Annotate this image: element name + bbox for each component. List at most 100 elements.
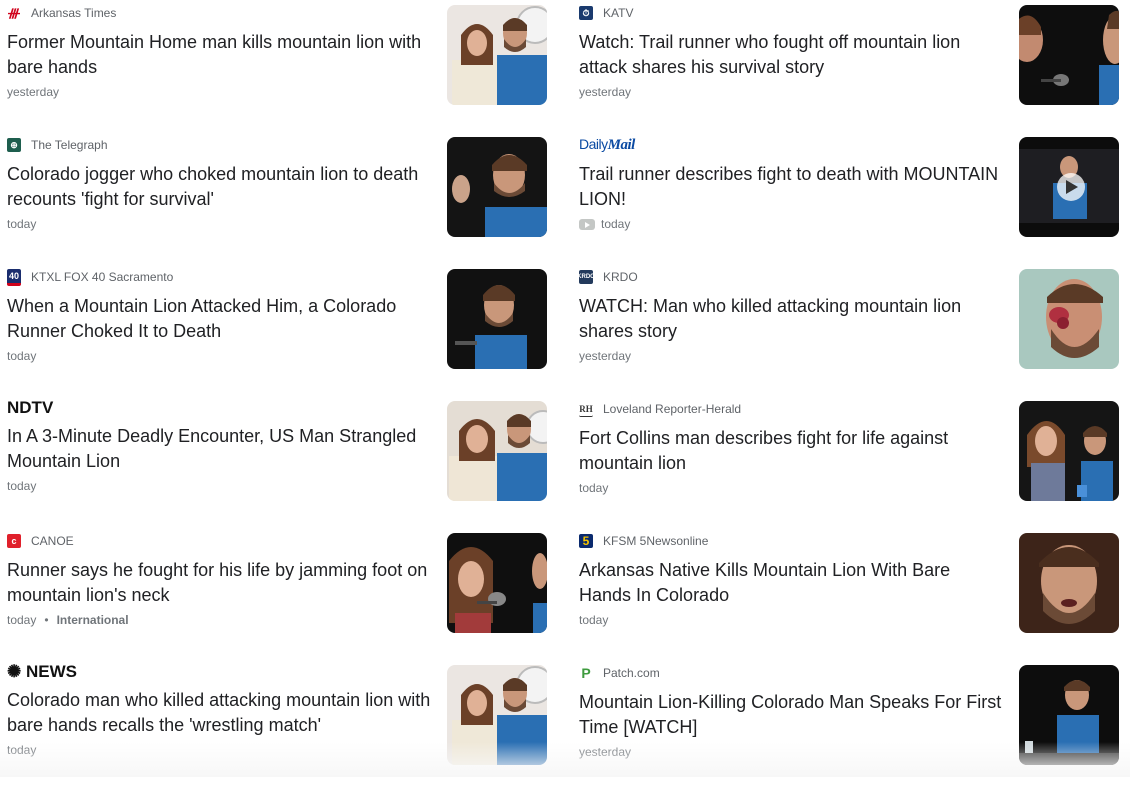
article-card[interactable]: DailyMail Trail runner describes fight t…	[579, 136, 1130, 257]
article-text: KRDO KRDO WATCH: Man who killed attackin…	[577, 269, 1004, 363]
article-headline[interactable]: When a Mountain Lion Attacked Him, a Col…	[7, 294, 432, 344]
article-meta: yesterday	[7, 85, 432, 99]
article-headline[interactable]: Runner says he fought for his life by ja…	[7, 558, 432, 608]
article-time: today	[579, 481, 609, 495]
nbc-news-logo-icon: ✺ NEWS	[7, 662, 77, 681]
article-time: today	[579, 613, 609, 627]
source-name: CANOE	[31, 534, 74, 548]
article-headline[interactable]: In A 3-Minute Deadly Encounter, US Man S…	[7, 424, 432, 474]
article-source: KRDO KRDO	[577, 269, 1004, 285]
article-card[interactable]: KRDO KRDO WATCH: Man who killed attackin…	[577, 269, 1130, 389]
man-speaking-thumbnail[interactable]	[447, 269, 547, 369]
video-icon	[579, 218, 595, 230]
kfsm-logo-icon: 5	[579, 534, 593, 548]
article-text: RH Loveland Reporter-Herald Fort Collins…	[579, 401, 1004, 495]
bottom-fade	[0, 742, 1130, 777]
source-name: KRDO	[603, 270, 638, 284]
article-text: ⏱ KATV Watch: Trail runner who fought of…	[579, 5, 1004, 99]
article-text: 5 KFSM 5Newsonline Arkansas Native Kills…	[579, 533, 1004, 627]
article-headline[interactable]: Colorado man who killed attacking mounta…	[7, 688, 432, 738]
article-time: yesterday	[579, 349, 632, 363]
source-name: The Telegraph	[31, 138, 108, 152]
article-meta: today	[579, 481, 1004, 495]
article-source: ✺ NEWS	[7, 662, 432, 681]
news-results-grid: ᚍ Arkansas Times Former Mountain Home ma…	[0, 0, 1130, 777]
article-meta: today	[579, 217, 1004, 231]
fox40-logo-icon: 40	[7, 268, 21, 286]
article-headline[interactable]: Trail runner describes fight to death wi…	[579, 162, 1004, 212]
article-time: yesterday	[7, 85, 60, 99]
article-headline[interactable]: Arkansas Native Kills Mountain Lion With…	[579, 558, 1004, 608]
article-source: 5 KFSM 5Newsonline	[579, 533, 1004, 549]
article-text: c CANOE Runner says he fought for his li…	[7, 533, 432, 627]
article-card[interactable]: RH Loveland Reporter-Herald Fort Collins…	[579, 401, 1130, 521]
couple-photo-thumbnail[interactable]	[447, 401, 547, 501]
article-headline[interactable]: Former Mountain Home man kills mountain …	[7, 30, 432, 80]
couple-photo-thumbnail[interactable]	[447, 5, 547, 105]
article-headline[interactable]: Fort Collins man describes fight for lif…	[579, 426, 1004, 476]
man-at-microphone-thumbnail[interactable]	[1019, 5, 1119, 105]
article-time: yesterday	[579, 85, 632, 99]
video-press-conference-thumbnail[interactable]	[1019, 137, 1119, 237]
woman-at-microphone-thumbnail[interactable]	[447, 533, 547, 633]
article-card[interactable]: 40 KTXL FOX 40 Sacramento When a Mountai…	[7, 268, 559, 389]
article-meta: today	[7, 349, 432, 363]
article-source: ⏱ KATV	[579, 5, 1004, 21]
article-headline[interactable]: WATCH: Man who killed attacking mountain…	[579, 294, 1004, 344]
man-closeup-thumbnail[interactable]	[1019, 533, 1119, 633]
article-card[interactable]: ⏱ KATV Watch: Trail runner who fought of…	[579, 5, 1130, 125]
article-source: NDTV	[7, 398, 432, 417]
injured-face-thumbnail[interactable]	[1019, 269, 1119, 369]
article-card[interactable]: ᚍ Arkansas Times Former Mountain Home ma…	[7, 5, 559, 125]
article-card[interactable]: 5 KFSM 5Newsonline Arkansas Native Kills…	[579, 533, 1130, 653]
press-conference-panel-thumbnail[interactable]	[1019, 401, 1119, 501]
telegraph-logo-icon: ⊕	[7, 138, 21, 152]
meta-separator: •	[44, 613, 49, 627]
article-headline[interactable]: Watch: Trail runner who fought off mount…	[579, 30, 1004, 80]
man-gesturing-thumbnail[interactable]	[447, 137, 547, 237]
article-source: P Patch.com	[579, 665, 1004, 681]
article-source: c CANOE	[7, 533, 432, 549]
ndtv-logo-icon: NDTV	[7, 398, 54, 417]
article-source: DailyMail	[579, 136, 1004, 153]
article-time: today	[7, 217, 37, 231]
reporter-herald-logo-icon: RH	[579, 401, 593, 417]
article-card[interactable]: ⊕ The Telegraph Colorado jogger who chok…	[7, 137, 559, 257]
article-meta: today	[7, 217, 432, 231]
article-time: today	[7, 479, 37, 493]
article-headline[interactable]: Colorado jogger who choked mountain lion…	[7, 162, 432, 212]
article-headline[interactable]: Mountain Lion-Killing Colorado Man Speak…	[579, 690, 1004, 740]
article-time: today	[7, 349, 37, 363]
article-source: ⊕ The Telegraph	[7, 137, 432, 153]
article-text: DailyMail Trail runner describes fight t…	[579, 136, 1004, 231]
article-text: ⊕ The Telegraph Colorado jogger who chok…	[7, 137, 432, 231]
article-source: RH Loveland Reporter-Herald	[579, 401, 1004, 417]
article-text: 40 KTXL FOX 40 Sacramento When a Mountai…	[7, 268, 432, 363]
patch-logo-icon: P	[579, 665, 593, 681]
source-name: KTXL FOX 40 Sacramento	[31, 270, 174, 284]
article-text: ᚍ Arkansas Times Former Mountain Home ma…	[7, 5, 432, 99]
katv-logo-icon: ⏱	[579, 6, 593, 20]
article-card[interactable]: c CANOE Runner says he fought for his li…	[7, 533, 559, 653]
article-meta: yesterday	[579, 85, 1004, 99]
krdo-logo-icon: KRDO	[577, 270, 595, 284]
article-source: ᚍ Arkansas Times	[7, 5, 432, 21]
source-name: Arkansas Times	[31, 6, 117, 20]
source-name: Loveland Reporter-Herald	[603, 402, 742, 416]
article-source: 40 KTXL FOX 40 Sacramento	[7, 268, 432, 286]
article-meta: today • International	[7, 613, 432, 627]
daily-mail-logo-icon: DailyMail	[579, 136, 635, 153]
article-meta: today	[7, 479, 432, 493]
source-name: Patch.com	[603, 666, 660, 680]
arkansas-times-logo-icon: ᚍ	[7, 6, 21, 20]
article-meta: today	[579, 613, 1004, 627]
article-meta: yesterday	[579, 349, 1004, 363]
article-time: today	[601, 217, 631, 231]
article-card[interactable]: NDTV In A 3-Minute Deadly Encounter, US …	[7, 398, 559, 521]
article-text: NDTV In A 3-Minute Deadly Encounter, US …	[7, 398, 432, 493]
source-name: KFSM 5Newsonline	[603, 534, 709, 548]
canoe-logo-icon: c	[7, 534, 21, 548]
source-name: KATV	[603, 6, 634, 20]
article-tag: International	[56, 613, 129, 627]
article-time: today	[7, 613, 37, 627]
